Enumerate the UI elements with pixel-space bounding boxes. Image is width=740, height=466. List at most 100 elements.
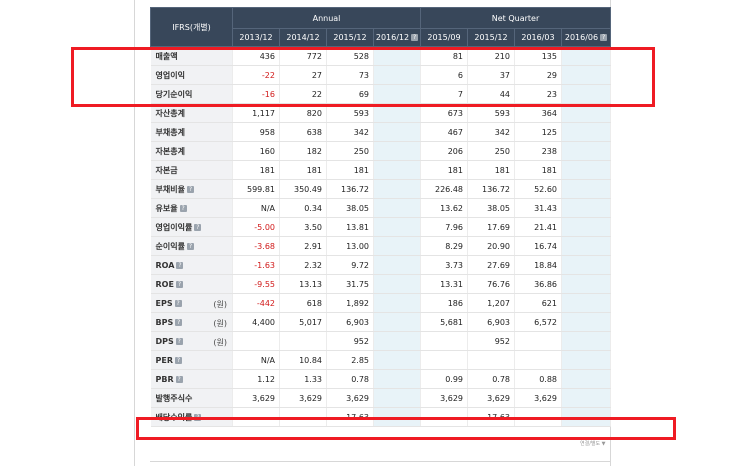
help-icon[interactable]: ?	[186, 242, 194, 250]
value-cell: -1.63	[232, 255, 280, 275]
period-label: 2016/12	[375, 33, 410, 42]
help-icon[interactable]: ?	[175, 375, 183, 383]
unit-label: (원)	[213, 319, 227, 328]
period-label: 2016/03	[521, 33, 555, 42]
value-cell: 31.43	[514, 198, 562, 218]
value-cell: 2.85	[326, 350, 374, 370]
period-header: 2015/12	[326, 28, 374, 47]
value-cell: -5.00	[232, 217, 280, 237]
help-icon[interactable]: ?	[175, 318, 183, 326]
value-cell: 3,629	[514, 388, 562, 408]
value-cell: 17.69	[467, 217, 515, 237]
value-cell: 10.84	[279, 350, 327, 370]
value-cell: 182	[279, 141, 327, 161]
row-label: 자본금	[155, 165, 178, 175]
row-label-cell: 유보율?	[150, 198, 233, 218]
value-cell: 952	[326, 331, 374, 351]
value-cell: 0.88	[514, 369, 562, 389]
value-cell: 18.84	[514, 255, 562, 275]
value-cell	[514, 331, 562, 351]
help-icon[interactable]: ?	[175, 280, 183, 288]
value-cell: 136.72	[467, 179, 515, 199]
table-row: EPS? (원) -442 618 1,892 186 1,207 621	[150, 293, 611, 313]
period-header: 2015/12	[467, 28, 515, 47]
row-label-cell: 발행주식수	[150, 388, 233, 408]
value-cell: 36.86	[514, 274, 562, 294]
help-icon[interactable]: ?	[179, 204, 187, 212]
value-cell: 136.72	[326, 179, 374, 199]
help-icon[interactable]: ?	[174, 299, 182, 307]
value-cell: N/A	[232, 350, 280, 370]
help-icon[interactable]: ?	[175, 337, 183, 345]
value-cell	[561, 369, 611, 389]
value-cell: 342	[326, 122, 374, 142]
value-cell: 952	[467, 331, 515, 351]
value-cell	[467, 350, 515, 370]
table-row: 자본총계 160 182 250 206 250 238	[150, 141, 611, 161]
value-cell: 13.13	[279, 274, 327, 294]
help-icon[interactable]: ?	[194, 223, 202, 231]
value-cell	[373, 236, 421, 256]
value-cell: N/A	[232, 198, 280, 218]
table-row: ROA? -1.63 2.32 9.72 3.73 27.69 18.84	[150, 255, 611, 275]
help-icon[interactable]: ?	[176, 261, 184, 269]
value-cell: 6,572	[514, 312, 562, 332]
value-cell	[373, 312, 421, 332]
help-icon[interactable]: ?	[600, 34, 608, 41]
highlight-box-income	[71, 47, 655, 107]
row-label: 자본총계	[155, 146, 185, 156]
value-cell: 13.00	[326, 236, 374, 256]
row-label-cell: 부채총계	[150, 122, 233, 142]
bottom-divider	[150, 461, 610, 462]
value-cell	[561, 312, 611, 332]
highlight-box-dividend-yield	[136, 417, 676, 440]
value-cell	[373, 179, 421, 199]
value-cell: 160	[232, 141, 280, 161]
help-icon[interactable]: ?	[186, 185, 194, 193]
value-cell	[232, 331, 280, 351]
value-cell: 5,017	[279, 312, 327, 332]
table-row: 자본금 181 181 181 181 181 181	[150, 160, 611, 180]
value-cell: 3,629	[467, 388, 515, 408]
row-label: 유보율	[155, 203, 178, 213]
help-icon[interactable]: ?	[175, 356, 182, 364]
period-label: 2015/12	[474, 33, 508, 42]
value-cell: -9.55	[232, 274, 280, 294]
value-cell	[561, 293, 611, 313]
value-cell: 2.32	[279, 255, 327, 275]
value-cell: 342	[467, 122, 515, 142]
value-cell: 181	[232, 160, 280, 180]
table-row: PBR? 1.12 1.33 0.78 0.99 0.78 0.88	[150, 369, 611, 389]
table-row: 부채비율? 599.81 350.49 136.72 226.48 136.72 52.60	[150, 179, 611, 199]
value-cell: 8.29	[420, 236, 468, 256]
help-icon[interactable]: ?	[411, 34, 419, 41]
value-cell: 467	[420, 122, 468, 142]
period-header: 2013/12	[232, 28, 280, 47]
value-cell: 1.33	[279, 369, 327, 389]
value-cell: 6,903	[467, 312, 515, 332]
value-cell: 181	[279, 160, 327, 180]
value-cell	[420, 350, 468, 370]
row-label-cell: DPS? (원)	[150, 331, 233, 351]
value-cell: 4,400	[232, 312, 280, 332]
value-cell	[373, 255, 421, 275]
period-header: 2016/03	[514, 28, 562, 47]
value-cell	[373, 160, 421, 180]
value-cell: 2.91	[279, 236, 327, 256]
value-cell: 958	[232, 122, 280, 142]
unit-label: (원)	[213, 338, 227, 347]
value-cell	[373, 293, 421, 313]
value-cell	[561, 179, 611, 199]
row-label-cell: 영업이익률?	[150, 217, 233, 237]
value-cell: 3,629	[279, 388, 327, 408]
row-label-cell: EPS? (원)	[150, 293, 233, 313]
value-cell: 38.05	[326, 198, 374, 218]
table-row: 발행주식수 3,629 3,629 3,629 3,629 3,629 3,629	[150, 388, 611, 408]
row-label: PBR	[155, 374, 174, 384]
value-cell: 20.90	[467, 236, 515, 256]
period-header: 2016/12?	[373, 28, 421, 47]
period-label: 2015/12	[333, 33, 367, 42]
value-cell	[514, 350, 562, 370]
consolidation-toggle[interactable]: 연결/별도 ▼	[580, 440, 606, 447]
row-label: PER	[155, 355, 174, 365]
